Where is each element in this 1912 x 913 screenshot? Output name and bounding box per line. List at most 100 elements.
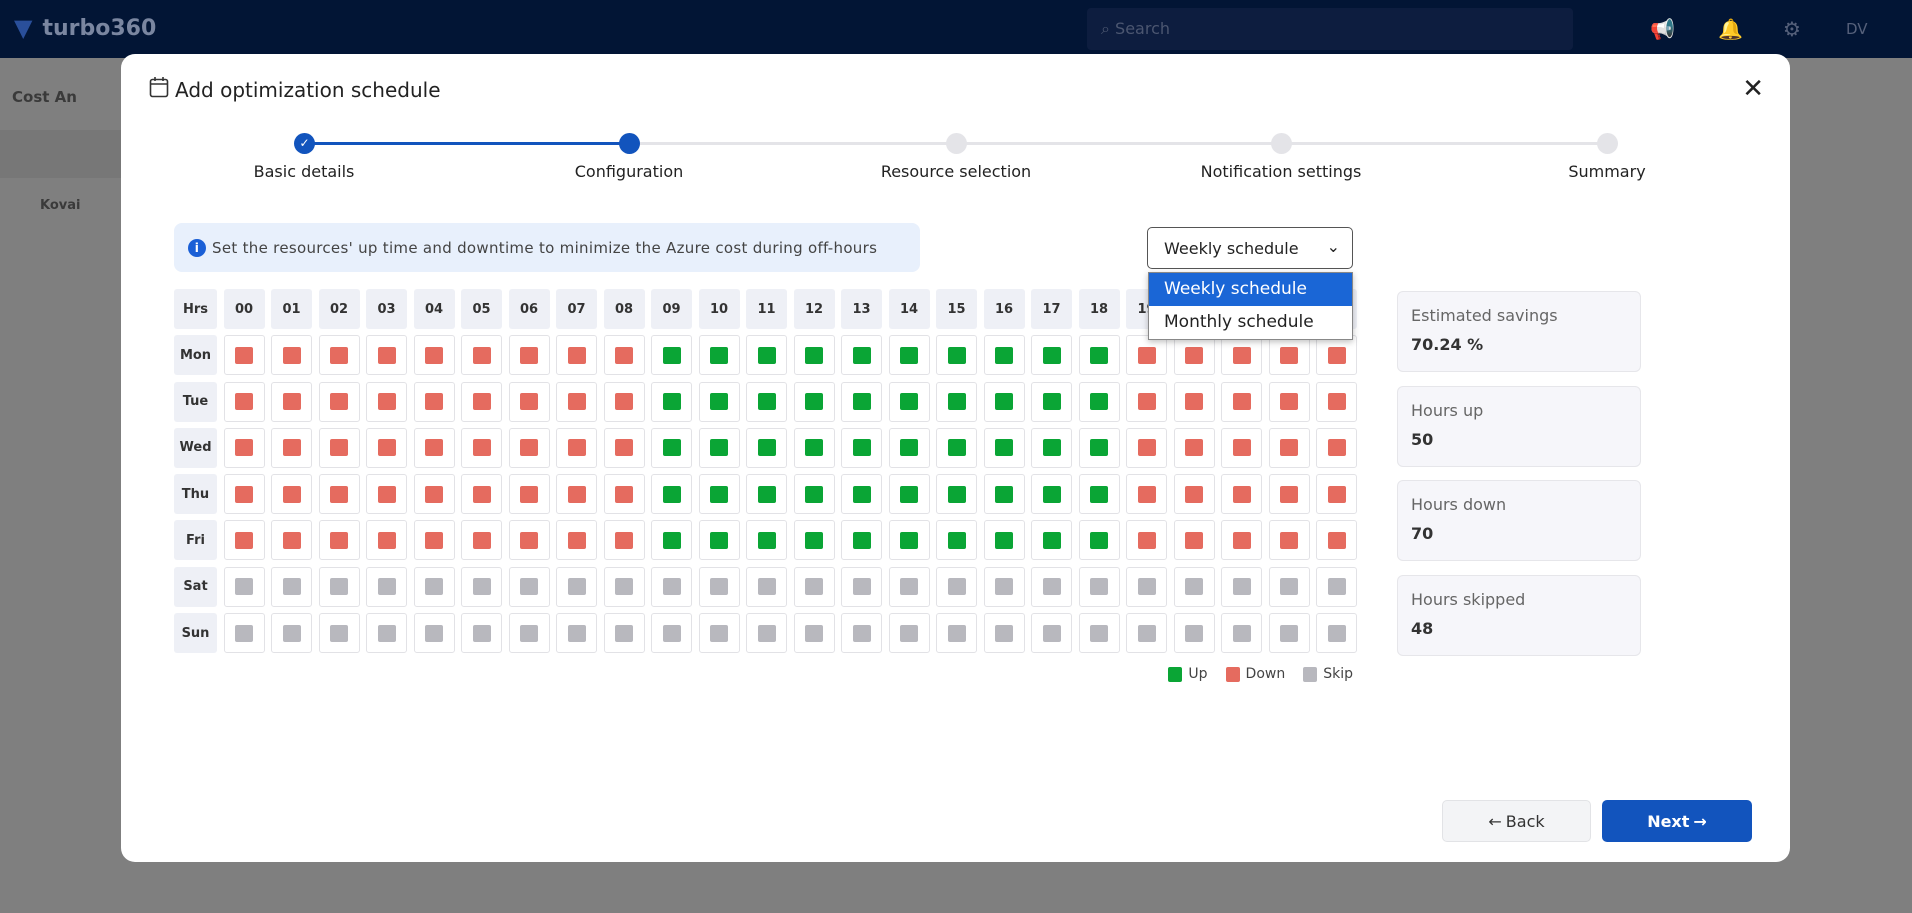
schedule-cell-skip[interactable] <box>793 566 835 607</box>
schedule-cell-skip[interactable] <box>1268 613 1310 654</box>
schedule-cell-down[interactable] <box>223 520 265 561</box>
schedule-cell-down[interactable] <box>1126 520 1167 561</box>
schedule-cell-skip[interactable] <box>366 566 407 607</box>
schedule-cell-skip[interactable] <box>936 566 977 607</box>
global-search-input[interactable]: ⌕ Search <box>1087 8 1573 50</box>
schedule-cell-up[interactable] <box>746 474 787 515</box>
schedule-cell-skip[interactable] <box>1316 613 1357 654</box>
schedule-cell-down[interactable] <box>556 474 597 515</box>
schedule-cell-down[interactable] <box>461 427 502 468</box>
schedule-cell-down[interactable] <box>556 520 597 561</box>
schedule-cell-skip[interactable] <box>1268 566 1310 607</box>
schedule-cell-skip[interactable] <box>461 613 502 654</box>
schedule-cell-up[interactable] <box>793 474 835 515</box>
schedule-cell-down[interactable] <box>413 381 455 422</box>
schedule-cell-skip[interactable] <box>508 566 550 607</box>
schedule-cell-down[interactable] <box>366 427 407 468</box>
schedule-cell-up[interactable] <box>983 474 1025 515</box>
schedule-cell-down[interactable] <box>366 474 407 515</box>
schedule-cell-down[interactable] <box>603 474 645 515</box>
schedule-cell-up[interactable] <box>1078 474 1120 515</box>
schedule-cell-skip[interactable] <box>651 566 692 607</box>
schedule-cell-down[interactable] <box>271 335 312 376</box>
schedule-cell-up[interactable] <box>793 335 835 376</box>
schedule-cell-down[interactable] <box>461 520 502 561</box>
schedule-cell-down[interactable] <box>508 474 550 515</box>
schedule-cell-down[interactable] <box>1316 335 1357 376</box>
schedule-cell-skip[interactable] <box>603 613 645 654</box>
schedule-type-select[interactable]: Weekly schedule ⌄ <box>1147 227 1353 269</box>
bell-icon[interactable]: 🔔 <box>1718 17 1743 41</box>
schedule-cell-down[interactable] <box>603 335 645 376</box>
schedule-cell-down[interactable] <box>1268 381 1310 422</box>
back-button[interactable]: ← Back <box>1442 800 1591 842</box>
schedule-cell-up[interactable] <box>936 427 977 468</box>
schedule-cell-skip[interactable] <box>223 613 265 654</box>
schedule-cell-up[interactable] <box>746 427 787 468</box>
schedule-cell-skip[interactable] <box>983 566 1025 607</box>
schedule-cell-skip[interactable] <box>1173 613 1215 654</box>
schedule-cell-down[interactable] <box>1126 474 1167 515</box>
schedule-cell-down[interactable] <box>508 520 550 561</box>
schedule-cell-down[interactable] <box>318 427 360 468</box>
schedule-cell-up[interactable] <box>1031 427 1072 468</box>
schedule-cell-down[interactable] <box>1268 427 1310 468</box>
schedule-cell-down[interactable] <box>271 381 312 422</box>
schedule-cell-down[interactable] <box>366 335 407 376</box>
schedule-cell-skip[interactable] <box>936 613 977 654</box>
next-button[interactable]: Next → <box>1602 800 1752 842</box>
schedule-cell-down[interactable] <box>1268 474 1310 515</box>
schedule-cell-up[interactable] <box>983 381 1025 422</box>
schedule-cell-skip[interactable] <box>366 613 407 654</box>
schedule-cell-down[interactable] <box>1221 381 1262 422</box>
schedule-cell-down[interactable] <box>508 381 550 422</box>
schedule-cell-skip[interactable] <box>1221 566 1262 607</box>
schedule-cell-skip[interactable] <box>698 613 740 654</box>
schedule-cell-down[interactable] <box>413 520 455 561</box>
logo[interactable]: ▼ turbo360 <box>14 14 156 42</box>
schedule-cell-down[interactable] <box>1126 427 1167 468</box>
schedule-cell-up[interactable] <box>841 381 882 422</box>
schedule-cell-down[interactable] <box>1221 427 1262 468</box>
schedule-cell-down[interactable] <box>603 427 645 468</box>
schedule-cell-up[interactable] <box>936 381 977 422</box>
schedule-cell-skip[interactable] <box>1031 613 1072 654</box>
schedule-cell-up[interactable] <box>888 381 930 422</box>
schedule-cell-down[interactable] <box>271 520 312 561</box>
schedule-cell-down[interactable] <box>461 335 502 376</box>
megaphone-icon[interactable]: 📢 <box>1650 17 1675 41</box>
schedule-cell-down[interactable] <box>556 335 597 376</box>
schedule-cell-skip[interactable] <box>1078 613 1120 654</box>
schedule-cell-skip[interactable] <box>1031 566 1072 607</box>
option-weekly-schedule[interactable]: Weekly schedule <box>1149 273 1352 306</box>
schedule-cell-up[interactable] <box>746 335 787 376</box>
schedule-cell-down[interactable] <box>603 381 645 422</box>
schedule-cell-down[interactable] <box>1221 520 1262 561</box>
schedule-cell-down[interactable] <box>556 427 597 468</box>
schedule-cell-up[interactable] <box>983 335 1025 376</box>
schedule-cell-skip[interactable] <box>1316 566 1357 607</box>
schedule-cell-up[interactable] <box>841 520 882 561</box>
schedule-cell-up[interactable] <box>841 427 882 468</box>
schedule-cell-skip[interactable] <box>1126 613 1167 654</box>
schedule-cell-skip[interactable] <box>841 613 882 654</box>
schedule-cell-down[interactable] <box>1173 335 1215 376</box>
schedule-cell-up[interactable] <box>651 381 692 422</box>
schedule-cell-up[interactable] <box>888 427 930 468</box>
schedule-cell-down[interactable] <box>1173 520 1215 561</box>
schedule-cell-up[interactable] <box>1078 381 1120 422</box>
schedule-cell-up[interactable] <box>983 520 1025 561</box>
schedule-cell-down[interactable] <box>508 427 550 468</box>
schedule-cell-up[interactable] <box>888 474 930 515</box>
schedule-cell-up[interactable] <box>888 335 930 376</box>
schedule-cell-down[interactable] <box>1173 474 1215 515</box>
schedule-cell-up[interactable] <box>651 474 692 515</box>
schedule-cell-up[interactable] <box>936 520 977 561</box>
schedule-cell-skip[interactable] <box>413 613 455 654</box>
schedule-cell-up[interactable] <box>1078 427 1120 468</box>
option-monthly-schedule[interactable]: Monthly schedule <box>1149 306 1352 339</box>
schedule-cell-down[interactable] <box>1268 335 1310 376</box>
schedule-cell-skip[interactable] <box>271 613 312 654</box>
schedule-cell-down[interactable] <box>1221 335 1262 376</box>
schedule-cell-up[interactable] <box>1031 520 1072 561</box>
